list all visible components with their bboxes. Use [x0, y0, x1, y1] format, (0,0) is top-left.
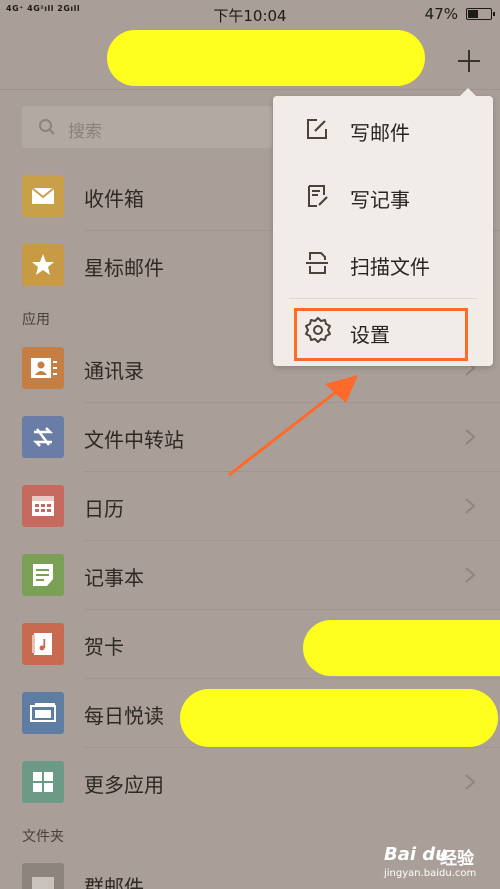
- watermark: Bai du 经验 jingyan.baidu.com: [384, 834, 496, 884]
- watermark-url: jingyan.baidu.com: [384, 868, 477, 879]
- watermark-brand-cn: 经验: [440, 849, 474, 869]
- watermark-brand: Bai du: [384, 844, 449, 865]
- annotation-arrow: [228, 375, 358, 477]
